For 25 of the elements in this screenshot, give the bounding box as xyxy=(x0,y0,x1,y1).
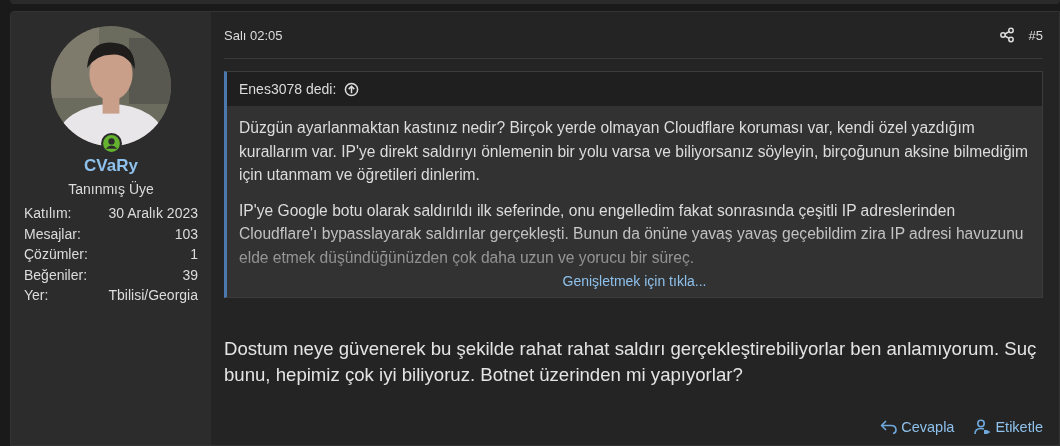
quote-text: IP'ye Google botu olarak saldırıldı ilk seferinde, onu engelledim fakat sonrasında çeşitli IP adreslerinden Cloudflare'ı bypasslayarak saldırılar gerçekleşti. Bunun da önüne yavaş yavaş geçebildim zira IP adresi havuzunu elde etmek düşündüğünüzden çok daha uzun ve yorucu bir süreç. xyxy=(239,200,1025,268)
stat-value: Tbilisi/Georgia xyxy=(108,286,198,305)
post-number-link[interactable]: #5 xyxy=(1028,27,1043,43)
stat-label: Mesajlar: xyxy=(24,224,81,244)
stat-value: 30 Aralık 2023 xyxy=(108,204,198,223)
stat-label: Beğeniler: xyxy=(24,265,88,285)
user-title: Tanınmış Üye xyxy=(68,181,154,197)
stat-label: Katılım: xyxy=(24,204,72,223)
stat-value: 39 xyxy=(182,265,198,285)
stat-value: 103 xyxy=(174,224,198,244)
username-link[interactable]: CVaRy xyxy=(84,156,138,176)
user-tag-icon[interactable] xyxy=(974,419,993,435)
reply-arrow-icon[interactable] xyxy=(880,419,899,435)
post-date[interactable]: Salı 02:05 xyxy=(224,27,283,43)
share-icon[interactable] xyxy=(998,27,1015,43)
arrow-up-icon[interactable] xyxy=(344,81,360,97)
post-text: Dostum neye güvenerek bu şekilde rahat rahat saldırı gerçekleştirebiliyorlar ben anlamıyorum. Suç bunu, hepimiz çok iyi biliyoruz. Botnet üzerinden mi yapıyorlar? xyxy=(224,337,1038,387)
expand-link[interactable]: Genişletmek için tıkla... xyxy=(239,271,1030,291)
quote-author[interactable]: Enes3078 dedi: xyxy=(239,81,337,97)
reply-link[interactable]: Cevapla xyxy=(880,419,955,435)
quote-text: Düzgün ayarlanmaktan kastınız nedir? Birçok yerde olmayan Cloudflare koruması var, kendi özel yazdığım kurallarım var. IP'ye direkt saldırıyı önlemenin bir yolu varsa ve biliyorsanız söyleyin, birçoğunun aksine bilmediğim için utanmam ve öğretileri dinlerim. xyxy=(239,118,1030,185)
stat-value: 1 xyxy=(190,245,198,264)
tag-link[interactable]: Etiketle xyxy=(974,419,1043,435)
stat-label: Yer: xyxy=(24,286,49,305)
stat-label: Çözümler: xyxy=(24,245,88,264)
